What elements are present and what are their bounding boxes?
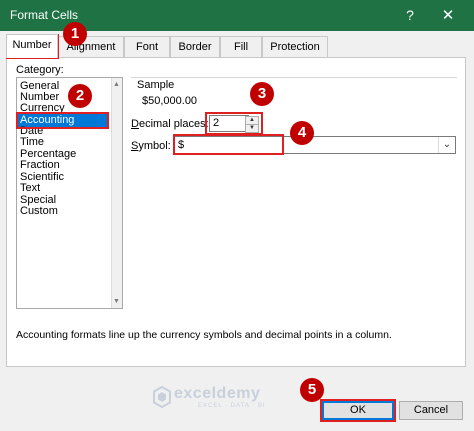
close-button[interactable]: ✕ [428,0,468,31]
step-badge-1: 1 [63,22,87,46]
cancel-button[interactable]: Cancel [399,401,463,420]
category-label: Category: [16,64,64,76]
sample-value: $50,000.00 [142,95,198,107]
symbol-label: Symbol: [131,140,171,152]
highlight-accounting [16,112,109,129]
category-item-time[interactable]: Time [20,137,44,148]
step-badge-4: 4 [290,121,314,145]
decimal-places-label: Decimal places: [131,118,209,130]
tab-number[interactable]: Number [6,34,58,58]
help-button[interactable]: ? [396,0,424,31]
decimal-places-accesskey: D [131,118,139,130]
category-item-fraction[interactable]: Fraction [20,160,60,171]
step-badge-3: 3 [250,82,274,106]
decimal-places-label-text: ecimal places: [138,118,209,130]
step-badge-2: 2 [68,84,92,108]
watermark-tagline: EXCEL · DATA · BI [198,403,266,409]
format-description: Accounting formats line up the currency … [16,329,392,341]
exceldemy-logo-icon [153,386,171,408]
scroll-up-icon[interactable]: ▲ [111,79,122,90]
chevron-down-icon[interactable]: ⌄ [438,137,455,153]
dialog-title: Format Cells [10,8,79,22]
highlight-decimal-places [205,112,263,135]
tab-protection[interactable]: Protection [262,36,328,58]
category-scrollbar[interactable] [111,78,122,308]
tab-fill[interactable]: Fill [220,36,262,58]
symbol-label-text: ymbol: [138,140,171,152]
highlight-ok [320,399,396,422]
tab-border[interactable]: Border [170,36,220,58]
category-item-text[interactable]: Text [20,183,40,194]
scroll-down-icon[interactable]: ▼ [111,296,122,307]
watermark-name: exceldemy [174,385,261,402]
category-item-custom[interactable]: Custom [20,206,58,217]
step-badge-5: 5 [300,378,324,402]
highlight-symbol [173,134,284,155]
tab-font[interactable]: Font [124,36,170,58]
sample-label: Sample [137,79,175,91]
